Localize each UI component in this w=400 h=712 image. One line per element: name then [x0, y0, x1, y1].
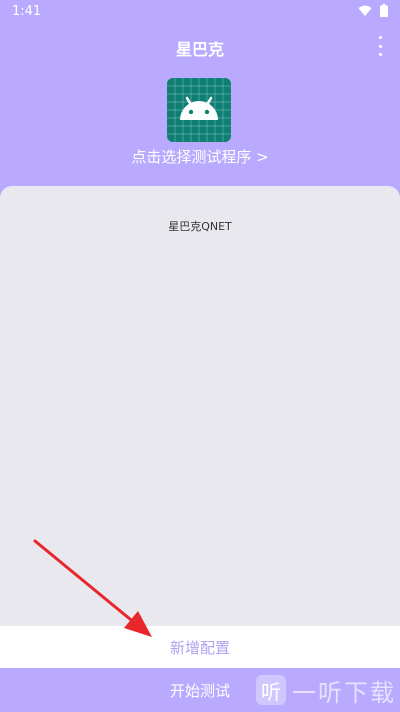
status-icons	[358, 4, 388, 17]
config-panel: 星巴克QNET	[0, 186, 400, 626]
status-bar: 1:41	[0, 0, 400, 24]
add-config-button[interactable]: 新增配置	[0, 626, 400, 668]
watermark: 听 一听下载	[246, 668, 400, 712]
android-icon[interactable]	[167, 78, 231, 142]
app-title: 星巴克	[175, 40, 224, 59]
battery-icon	[380, 4, 388, 17]
watermark-text: 一听下载	[292, 678, 396, 707]
wifi-icon	[358, 5, 372, 16]
status-time: 1:41	[12, 4, 42, 19]
config-item[interactable]: 星巴克QNET	[0, 218, 400, 234]
more-vert-icon[interactable]	[372, 36, 388, 56]
watermark-badge: 听	[256, 675, 286, 705]
app-bar: 星巴克	[0, 24, 400, 68]
select-program-link[interactable]: 点击选择测试程序 >	[0, 146, 400, 167]
